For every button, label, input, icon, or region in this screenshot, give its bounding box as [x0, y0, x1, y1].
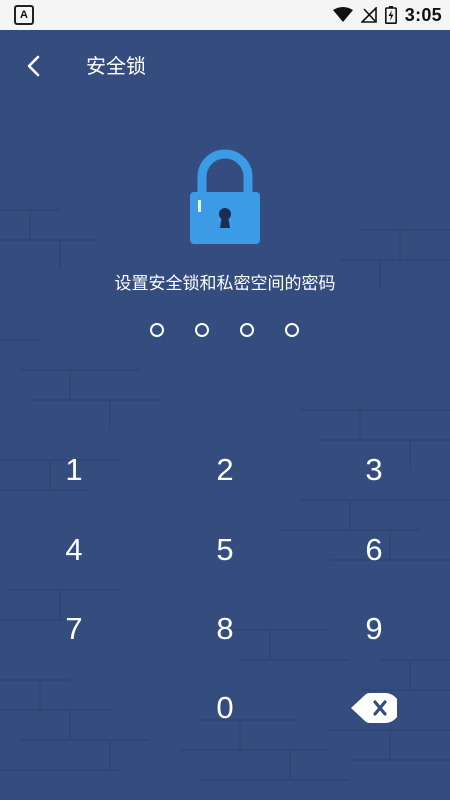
app-notification-icon: A [14, 5, 34, 25]
pin-indicator [0, 320, 450, 340]
key-8[interactable]: 8 [165, 594, 285, 664]
key-9[interactable]: 9 [314, 594, 434, 664]
page-title: 安全锁 [86, 54, 146, 78]
padlock-icon [190, 149, 260, 244]
back-button[interactable] [12, 44, 56, 88]
pin-dot [285, 323, 299, 337]
key-5[interactable]: 5 [165, 515, 285, 585]
pin-dot [195, 323, 209, 337]
status-time: 3:05 [404, 4, 442, 25]
wifi-icon [332, 7, 353, 22]
delete-button[interactable] [314, 673, 434, 743]
key-6[interactable]: 6 [314, 515, 434, 585]
security-lock-screen: 安全锁 设置安全锁和私密空间的密码 1 2 3 4 5 6 7 8 9 0 [0, 30, 450, 800]
key-1[interactable]: 1 [14, 435, 134, 505]
key-4[interactable]: 4 [14, 515, 134, 585]
backspace-icon [351, 693, 397, 723]
header-bar: 安全锁 [0, 30, 450, 102]
pin-dot [150, 323, 164, 337]
key-2[interactable]: 2 [165, 435, 285, 505]
key-0[interactable]: 0 [165, 673, 285, 743]
signal-icon [360, 7, 377, 23]
key-3[interactable]: 3 [314, 435, 434, 505]
password-prompt: 设置安全锁和私密空间的密码 [114, 274, 336, 294]
chevron-left-icon [27, 55, 40, 77]
battery-charging-icon [384, 6, 397, 24]
status-bar: A 3:05 [0, 0, 450, 30]
pin-dot [240, 323, 254, 337]
key-7[interactable]: 7 [14, 594, 134, 664]
